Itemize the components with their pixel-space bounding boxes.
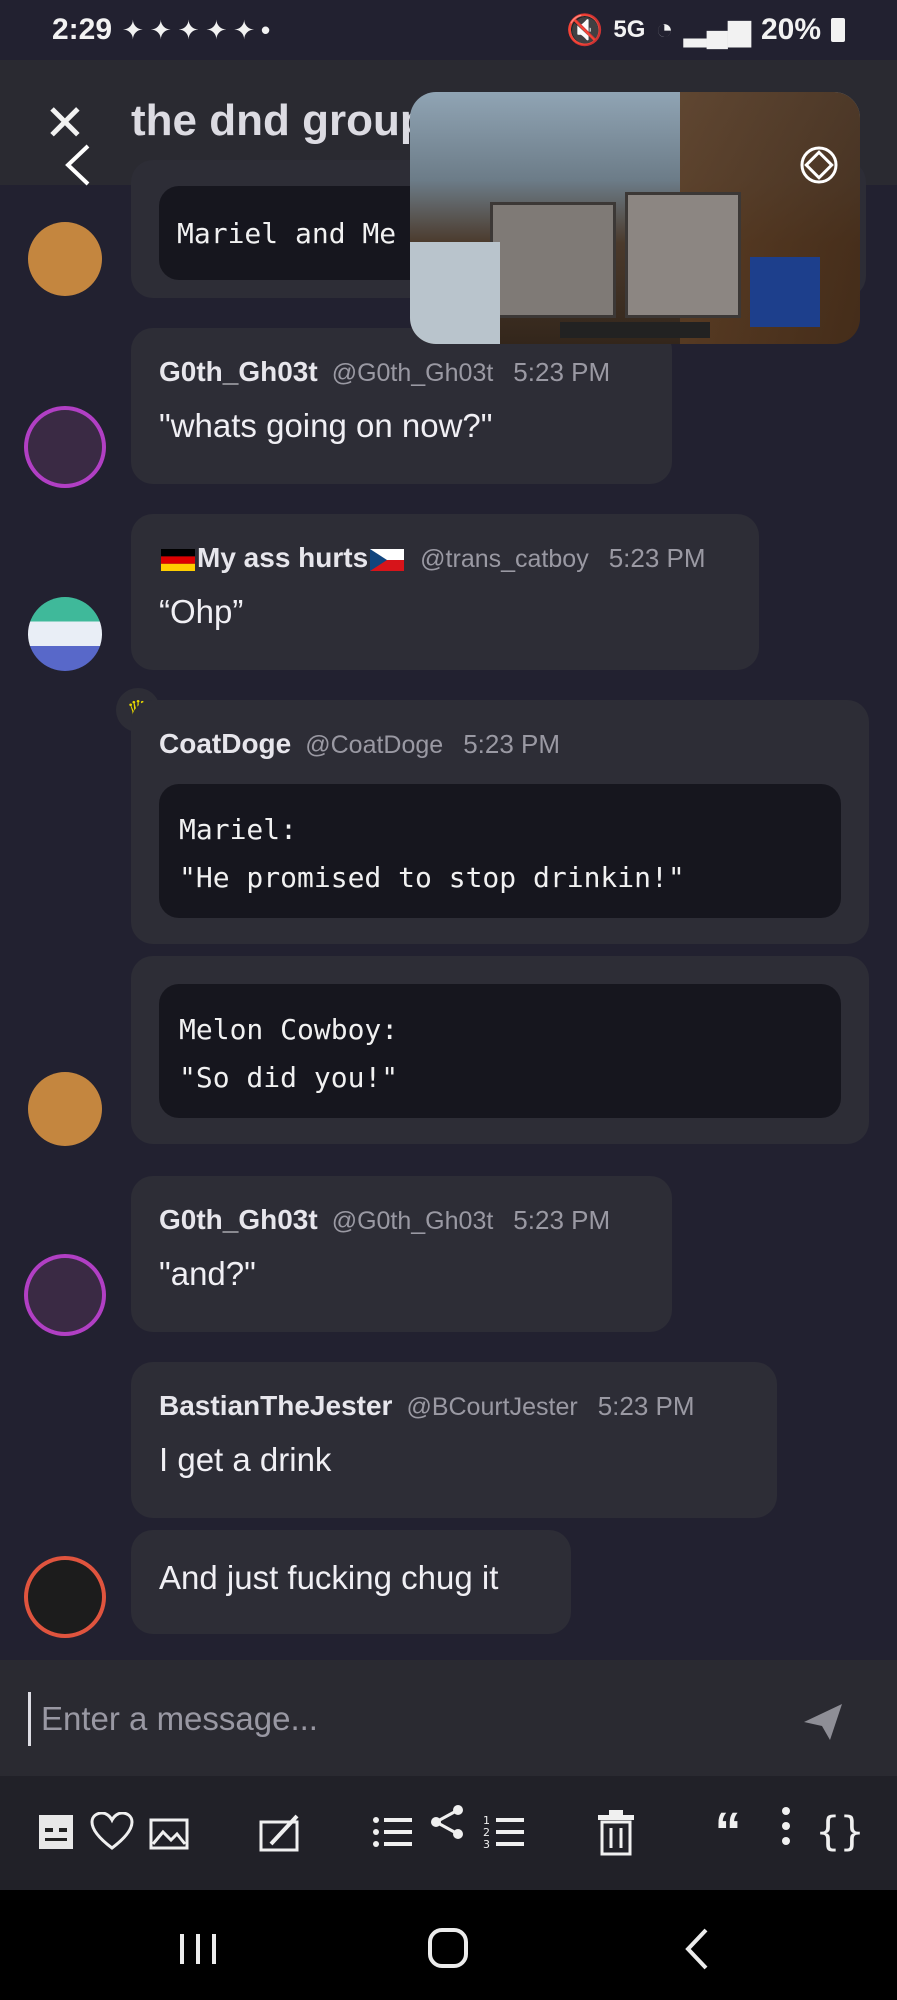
discord-notification-icon: ✦ [122, 14, 144, 45]
dot-icon: • [261, 14, 271, 45]
avatar[interactable] [28, 410, 102, 484]
more-icon[interactable] [760, 1798, 812, 1854]
author-name[interactable]: G0th_Gh03t [159, 1204, 318, 1236]
message-bubble: Melon Cowboy: "So did you!" [131, 956, 869, 1144]
text-format-icon[interactable] [30, 1804, 82, 1860]
video-frame [625, 192, 741, 318]
system-nav-bar [0, 1890, 897, 2000]
video-frame [750, 257, 820, 327]
status-right: 🔇 5G ◔ ▂▄▆ 20% [566, 13, 845, 48]
message-bubble: G0th_Gh03t @G0th_Gh03t 5:23 PM "whats go… [131, 328, 672, 484]
signal-icon: ▂▄▆ [683, 13, 751, 47]
message-time: 5:23 PM [608, 543, 706, 573]
code-line: "So did you!" [179, 1061, 399, 1094]
code-block: Mariel: "He promised to stop drinkin!" [159, 784, 841, 918]
author-handle: @trans_catboy [420, 545, 589, 573]
avatar[interactable] [28, 597, 102, 671]
avatar[interactable] [28, 1560, 102, 1634]
message-meta: BastianTheJester @BCourtJester 5:23 PM [159, 1390, 749, 1422]
code-block: Melon Cowboy: "So did you!" [159, 984, 841, 1118]
back-arrow-icon[interactable] [56, 140, 100, 190]
pip-video[interactable] [410, 92, 860, 344]
formatting-toolbar: 123 “ {} [0, 1776, 897, 1890]
author-name[interactable]: My ass hurts [159, 542, 406, 574]
status-bar: 2:29 ✦ ✦ ✦ ✦ ✦ • 🔇 5G ◔ ▂▄▆ 20% [0, 0, 897, 60]
share-icon[interactable] [422, 1794, 474, 1850]
message-time: 5:23 PM [513, 357, 611, 387]
author-name[interactable]: G0th_Gh03t [159, 356, 318, 388]
video-frame [410, 242, 500, 344]
author-name-text: My ass hurts [197, 542, 369, 573]
message-meta: My ass hurts @trans_catboy 5:23 PM [159, 542, 731, 574]
image-icon[interactable] [142, 1804, 194, 1860]
quote-icon[interactable]: “ [702, 1802, 754, 1862]
author-handle: @G0th_Gh03t [331, 359, 494, 387]
battery-label: 20% [760, 13, 821, 46]
message-meta: CoatDoge @CoatDoge 5:23 PM [159, 728, 841, 760]
bullet-list-icon[interactable] [366, 1804, 418, 1860]
video-frame [560, 322, 710, 338]
author-handle: @BCourtJester [406, 1393, 578, 1421]
message-bubble: BastianTheJester @BCourtJester 5:23 PM I… [131, 1362, 777, 1518]
status-time: 2:29 [52, 13, 113, 46]
discord-notification-icon: ✦ [233, 14, 256, 45]
home-icon[interactable] [418, 1924, 478, 1974]
discord-notification-icon: ✦ [205, 14, 228, 45]
message-time: 5:23 PM [513, 1205, 611, 1235]
code-braces-icon[interactable]: {} [814, 1804, 866, 1860]
back-icon[interactable] [668, 1924, 728, 1974]
code-text: Mariel and Me [177, 217, 397, 250]
message-meta: G0th_Gh03t @G0th_Gh03t 5:23 PM [159, 356, 644, 388]
avatar[interactable] [28, 1258, 102, 1332]
status-left: 2:29 ✦ ✦ ✦ ✦ ✦ • [52, 13, 270, 47]
avatar[interactable] [28, 1072, 102, 1146]
message-bubble: And just fucking chug it [131, 1530, 571, 1634]
notification-icons: ✦ ✦ ✦ ✦ ✦ • [122, 15, 270, 46]
recent-apps-icon[interactable] [168, 1924, 228, 1974]
send-icon[interactable] [800, 1698, 846, 1744]
code-line: Melon Cowboy: [179, 1013, 399, 1046]
message-bubble: My ass hurts @trans_catboy 5:23 PM “Ohp” [131, 514, 759, 670]
battery-icon [831, 18, 845, 42]
message-composer [0, 1660, 897, 1776]
network-label: 5G [613, 16, 646, 43]
message-input[interactable] [28, 1692, 783, 1746]
message-time: 5:23 PM [463, 729, 561, 759]
czech-flag-icon [370, 548, 405, 571]
message-text: "whats going on now?" [159, 407, 493, 444]
avatar[interactable] [28, 222, 102, 296]
message-meta: G0th_Gh03t @G0th_Gh03t 5:23 PM [159, 1204, 644, 1236]
mute-icon: 🔇 [566, 13, 604, 47]
code-line: "He promised to stop drinkin!" [179, 861, 685, 894]
heart-icon[interactable] [86, 1804, 138, 1860]
author-handle: @G0th_Gh03t [331, 1207, 494, 1235]
message-text: And just fucking chug it [159, 1559, 499, 1596]
discord-notification-icon: ✦ [149, 14, 172, 45]
draw-icon[interactable] [254, 1804, 306, 1860]
author-name[interactable]: CoatDoge [159, 728, 291, 760]
video-frame [490, 202, 616, 318]
author-name[interactable]: BastianTheJester [159, 1390, 392, 1422]
message-bubble: G0th_Gh03t @G0th_Gh03t 5:23 PM "and?" [131, 1176, 672, 1332]
chat-title: the dnd group [131, 96, 427, 145]
germany-flag-icon [161, 548, 195, 571]
trash-icon[interactable] [590, 1804, 642, 1860]
rotate-icon[interactable] [794, 140, 844, 190]
author-handle: @CoatDoge [305, 731, 444, 759]
numbered-list-icon[interactable]: 123 [478, 1804, 530, 1860]
message-text: I get a drink [159, 1441, 332, 1478]
message-text: “Ohp” [159, 593, 244, 630]
message-bubble: CoatDoge @CoatDoge 5:23 PM Mariel: "He p… [131, 700, 869, 944]
message-text: "and?" [159, 1255, 256, 1292]
message-time: 5:23 PM [597, 1391, 695, 1421]
wifi-icon: ◔ [655, 13, 674, 46]
discord-notification-icon: ✦ [177, 14, 200, 45]
svg-text:3: 3 [483, 1838, 490, 1851]
code-line: Mariel: [179, 813, 298, 846]
